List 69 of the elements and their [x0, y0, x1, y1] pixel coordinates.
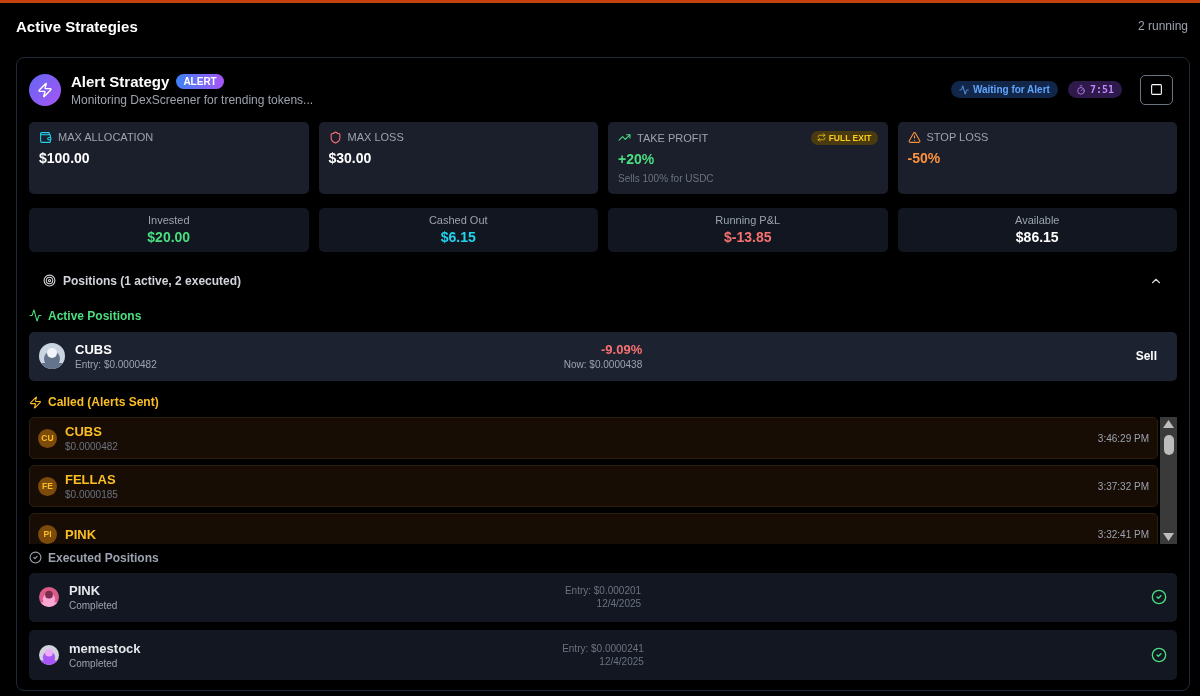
summary-label: Cashed Out [428, 214, 488, 227]
position-status: Completed [69, 600, 118, 612]
shield-icon [328, 130, 342, 144]
token-initials: CU [38, 428, 57, 448]
price-change: -9.09% [601, 342, 643, 358]
limit-value: $100.00 [39, 149, 91, 166]
limit-value: +20% [618, 150, 656, 167]
token-initials: PI [38, 524, 57, 544]
limit-label: TAKE PROFIT [637, 131, 710, 144]
warning-icon [907, 130, 921, 144]
stop-icon [1150, 83, 1163, 97]
alert-time: 3:37:32 PM [1097, 480, 1149, 492]
scrollbar[interactable] [1160, 417, 1177, 544]
target-icon [43, 274, 56, 288]
limit-label: MAX LOSS [347, 131, 405, 144]
lightning-icon [29, 395, 42, 409]
token-symbol: CUBS [65, 424, 102, 440]
token-symbol: memestock [69, 641, 141, 657]
alert-time: 3:32:41 PM [1097, 528, 1149, 540]
token-initials: FE [38, 476, 57, 496]
wallet-icon [39, 130, 52, 144]
summary-value: $6.15 [440, 229, 476, 246]
summary-value: $20.00 [147, 229, 191, 246]
token-price: $0.0000482 [65, 441, 118, 453]
token-symbol: PINK [65, 526, 97, 542]
scroll-up-icon[interactable] [1163, 420, 1174, 429]
limit-value: -50% [907, 149, 942, 166]
sell-button[interactable]: Sell [1125, 343, 1167, 370]
position-status: Completed [69, 658, 118, 670]
strategy-badge: ALERT [176, 73, 224, 89]
pulse-icon [29, 309, 42, 323]
scroll-thumb[interactable] [1163, 435, 1174, 456]
token-symbol: PINK [69, 583, 101, 599]
alert-time: 3:46:29 PM [1097, 432, 1149, 444]
summary-label: Available [1015, 214, 1060, 227]
strategy-subtitle: Monitoring DexScreener for trending tokens... [71, 92, 315, 107]
limit-label: STOP LOSS [926, 131, 990, 144]
positions-title: Positions (1 active, 2 executed) [63, 273, 242, 288]
check-circle-icon [1151, 589, 1167, 606]
scroll-down-icon[interactable] [1163, 532, 1174, 541]
entry-price: Entry: $0.0000482 [75, 359, 157, 371]
strategy-name: Alert Strategy [71, 72, 170, 90]
summary-label: Invested [147, 214, 190, 227]
section-title: Called (Alerts Sent) [48, 395, 159, 410]
entry-price: Entry: $0.0000241 [562, 643, 644, 655]
check-circle-icon [1151, 647, 1167, 664]
lightning-icon [29, 73, 61, 106]
stop-button[interactable] [1140, 74, 1173, 105]
limit-value: $30.00 [328, 149, 373, 166]
section-title: Executed Positions [48, 550, 159, 565]
entry-price: Entry: $0.000201 [564, 585, 642, 597]
summary-value: $-13.85 [724, 229, 772, 246]
token-symbol: FELLAS [65, 472, 116, 488]
token-price: $0.0000185 [65, 489, 118, 501]
limit-note: Sells 100% for USDC [618, 172, 715, 184]
check-circle-icon [29, 551, 42, 565]
limit-label: MAX ALLOCATION [58, 131, 155, 144]
summary-value: $86.15 [1015, 229, 1059, 246]
exit-badge: FULL EXIT [810, 130, 878, 145]
timer-badge: 7:51 [1067, 81, 1122, 99]
summary-label: Running P&L [715, 214, 781, 227]
running-count: 2 running [1137, 19, 1188, 33]
executed-date: 12/4/2025 [599, 656, 644, 668]
page-title: Active Strategies [16, 17, 138, 35]
token-symbol: CUBS [75, 342, 112, 358]
status-badge: Waiting for Alert [950, 81, 1058, 99]
executed-date: 12/4/2025 [596, 598, 642, 610]
section-title: Active Positions [48, 308, 142, 323]
current-price: Now: $0.0000438 [563, 359, 643, 371]
